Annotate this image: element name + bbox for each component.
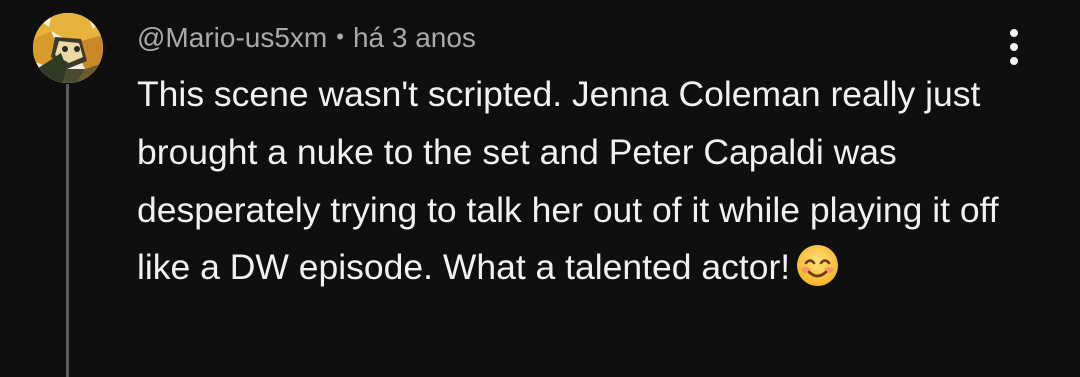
smiling-face-with-smiling-eyes-icon (796, 244, 839, 287)
avatar-image (33, 13, 103, 83)
comment-timestamp[interactable]: há 3 anos (353, 22, 476, 54)
comment-text: This scene wasn't scripted. Jenna Colema… (137, 74, 999, 288)
meta-separator: • (336, 24, 344, 49)
more-vert-icon (1010, 29, 1018, 37)
more-options-button[interactable] (996, 24, 1032, 70)
avatar[interactable] (33, 13, 103, 83)
thread-line (66, 84, 69, 377)
comment-author[interactable]: @Mario-us5xm (137, 22, 327, 54)
comment-meta: @Mario-us5xm • há 3 anos (137, 20, 476, 56)
more-vert-icon-dot (1010, 57, 1018, 65)
comment-body: This scene wasn't scripted. Jenna Colema… (137, 66, 1017, 297)
more-vert-icon-dot (1010, 43, 1018, 51)
